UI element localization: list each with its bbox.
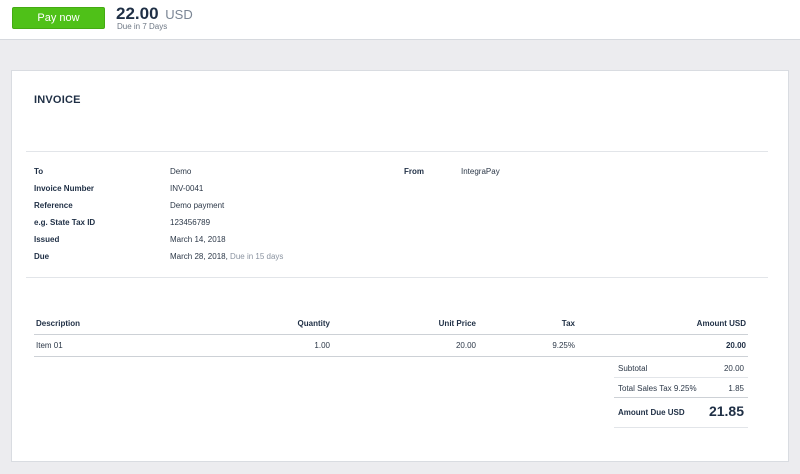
issued-value: March 14, 2018: [170, 235, 226, 244]
row-tax: 9.25%: [552, 341, 575, 350]
from-label: From: [404, 167, 424, 176]
invoice-number-value: INV-0041: [170, 184, 204, 193]
invoice-number-label: Invoice Number: [34, 184, 95, 193]
amount-due-value: 21.85: [708, 403, 744, 419]
amount-currency: USD: [165, 7, 193, 22]
totals-divider: [614, 427, 748, 428]
due-value: March 28, 2018, Due in 15 days: [170, 252, 283, 261]
totals-divider: [614, 377, 748, 378]
row-amount: 20.00: [725, 341, 746, 350]
subtotal-label: Subtotal: [618, 364, 648, 373]
row-description: Item 01: [36, 341, 63, 350]
reference-value: Demo payment: [170, 201, 225, 210]
col-quantity-header: Quantity: [297, 319, 330, 328]
divider: [26, 151, 768, 152]
due-relative: Due in 15 days: [230, 252, 284, 261]
row-unit-price: 20.00: [455, 341, 476, 350]
col-amount-header: Amount USD: [696, 319, 746, 328]
from-value: IntegraPay: [461, 167, 500, 176]
table-header-divider: [34, 334, 748, 335]
to-value: Demo: [170, 167, 192, 176]
tax-id-label: e.g. State Tax ID: [34, 218, 96, 227]
pay-now-button[interactable]: Pay now: [12, 7, 105, 29]
row-quantity: 1.00: [314, 341, 330, 350]
amount-due-label: Amount Due USD: [618, 408, 685, 417]
totals-divider: [614, 397, 748, 398]
top-bar: Pay now 22.00 USD Due in 7 Days: [0, 0, 800, 40]
tax-id-value: 123456789: [170, 218, 211, 227]
sales-tax-value: 1.85: [728, 384, 744, 393]
amount-due-header: 22.00 USD: [116, 4, 193, 24]
divider: [26, 277, 768, 278]
due-date: March 28, 2018,: [170, 252, 228, 261]
reference-label: Reference: [34, 201, 73, 210]
due-label: Due: [34, 252, 50, 261]
invoice-card: INVOICE To Demo Invoice Number INV-0041 …: [11, 70, 789, 462]
to-label: To: [34, 167, 44, 176]
col-unit-price-header: Unit Price: [438, 319, 476, 328]
invoice-title: INVOICE: [34, 94, 81, 106]
col-tax-header: Tax: [561, 319, 575, 328]
col-description-header: Description: [36, 319, 81, 328]
issued-label: Issued: [34, 235, 60, 244]
subtotal-value: 20.00: [723, 364, 744, 373]
sales-tax-label: Total Sales Tax 9.25%: [618, 384, 697, 393]
table-row-divider: [34, 356, 748, 357]
amount-value: 22.00: [116, 4, 159, 23]
due-note: Due in 7 Days: [117, 22, 168, 31]
